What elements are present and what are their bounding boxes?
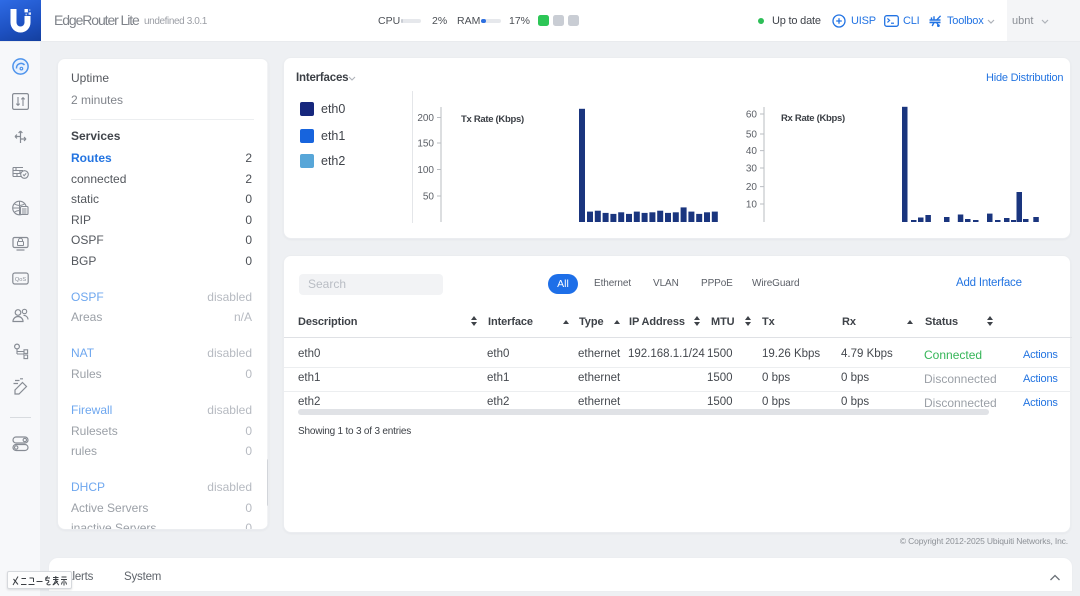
svg-text:30: 30 (746, 164, 758, 175)
svg-text:150: 150 (417, 139, 434, 150)
svg-text:200: 200 (417, 113, 434, 124)
svg-text:QoS: QoS (15, 276, 26, 282)
svg-text:50: 50 (423, 192, 435, 203)
svg-text:Tx Rate (Kbps): Tx Rate (Kbps) (461, 114, 524, 125)
svg-text:50: 50 (746, 130, 758, 141)
svg-text:20: 20 (746, 182, 758, 193)
svg-text:100: 100 (417, 165, 434, 176)
svg-text:Rx Rate (Kbps): Rx Rate (Kbps) (781, 113, 845, 124)
svg-text:10: 10 (746, 200, 758, 211)
svg-text:60: 60 (746, 110, 758, 121)
svg-text:40: 40 (746, 146, 758, 157)
